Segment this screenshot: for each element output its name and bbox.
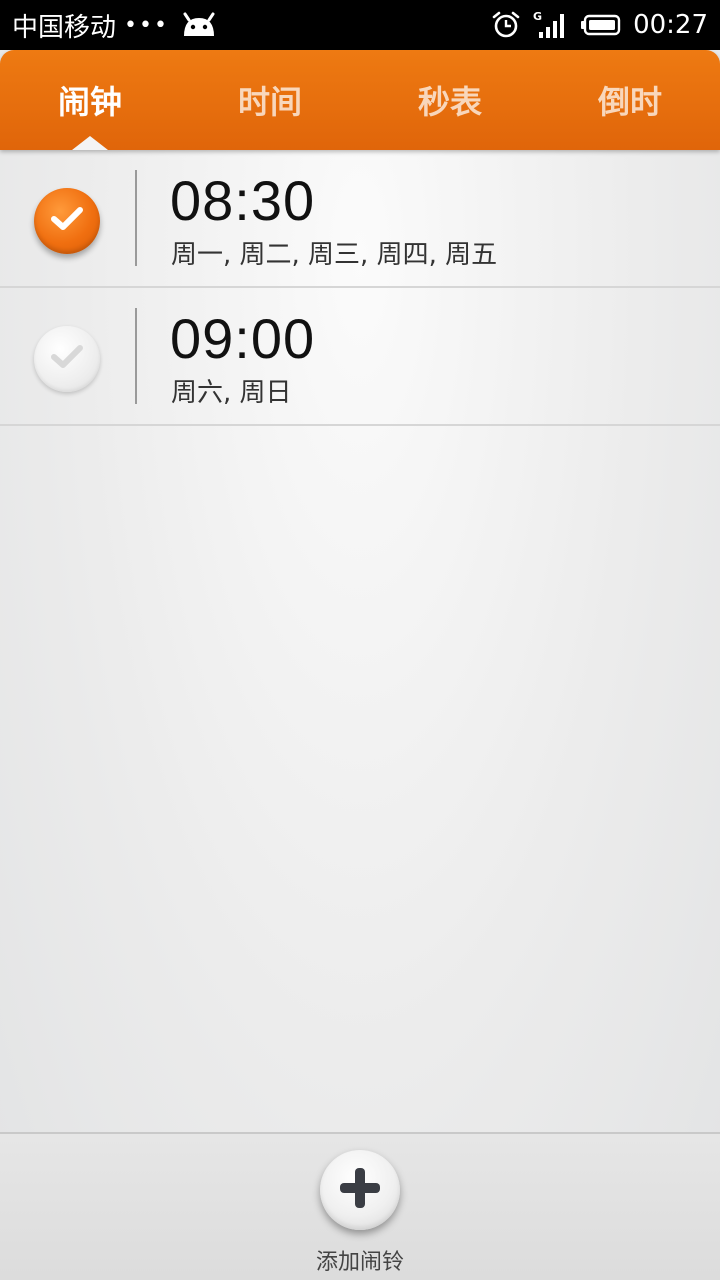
- android-icon: [181, 12, 217, 38]
- alarm-item[interactable]: 08:30 周一, 周二, 周三, 周四, 周五: [0, 150, 720, 288]
- row-divider: [135, 170, 137, 266]
- alarm-days: 周六, 周日: [171, 378, 292, 408]
- row-divider: [135, 308, 137, 404]
- tab-world-clock[interactable]: 时间: [180, 50, 360, 150]
- status-bar: 中国移动 ••• G 00:27: [0, 0, 720, 50]
- active-tab-indicator: [72, 136, 108, 150]
- check-icon: [50, 206, 84, 236]
- status-bar-left: 中国移动 •••: [12, 7, 217, 44]
- notification-dots: •••: [124, 12, 169, 38]
- alarm-days: 周一, 周二, 周三, 周四, 周五: [171, 240, 498, 270]
- alarm-list: 08:30 周一, 周二, 周三, 周四, 周五 09:00 周六, 周日: [0, 150, 720, 426]
- carrier-name: 中国移动: [12, 12, 117, 43]
- battery-icon: [581, 13, 621, 37]
- tab-stopwatch[interactable]: 秒表: [360, 50, 540, 150]
- tab-alarm[interactable]: 闹钟: [0, 50, 180, 150]
- svg-text:G: G: [533, 10, 542, 23]
- alarm-item[interactable]: 09:00 周六, 周日: [0, 288, 720, 426]
- add-alarm-button[interactable]: [320, 1150, 400, 1230]
- alarm-time: 08:30: [170, 169, 316, 232]
- alarm-toggle-on[interactable]: [34, 188, 100, 254]
- plus-icon: [337, 1165, 383, 1215]
- bottom-bar: 添加闹铃: [0, 1132, 720, 1280]
- check-icon: [50, 344, 84, 374]
- tab-bar: 闹钟 时间 秒表 倒时: [0, 50, 720, 150]
- alarm-toggle-off[interactable]: [34, 326, 100, 392]
- tab-timer[interactable]: 倒时: [540, 50, 720, 150]
- alarm-time: 09:00: [170, 307, 316, 370]
- tab-label: 时间: [237, 83, 302, 121]
- tab-label: 闹钟: [57, 83, 122, 121]
- alarm-clock-icon: [491, 10, 521, 40]
- tab-label: 秒表: [417, 83, 482, 121]
- signal-g-icon: G: [533, 10, 569, 40]
- status-bar-right: G 00:27: [491, 10, 708, 40]
- add-alarm-label[interactable]: 添加闹铃: [0, 1244, 720, 1276]
- status-clock: 00:27: [633, 10, 708, 40]
- tab-label: 倒时: [597, 83, 662, 121]
